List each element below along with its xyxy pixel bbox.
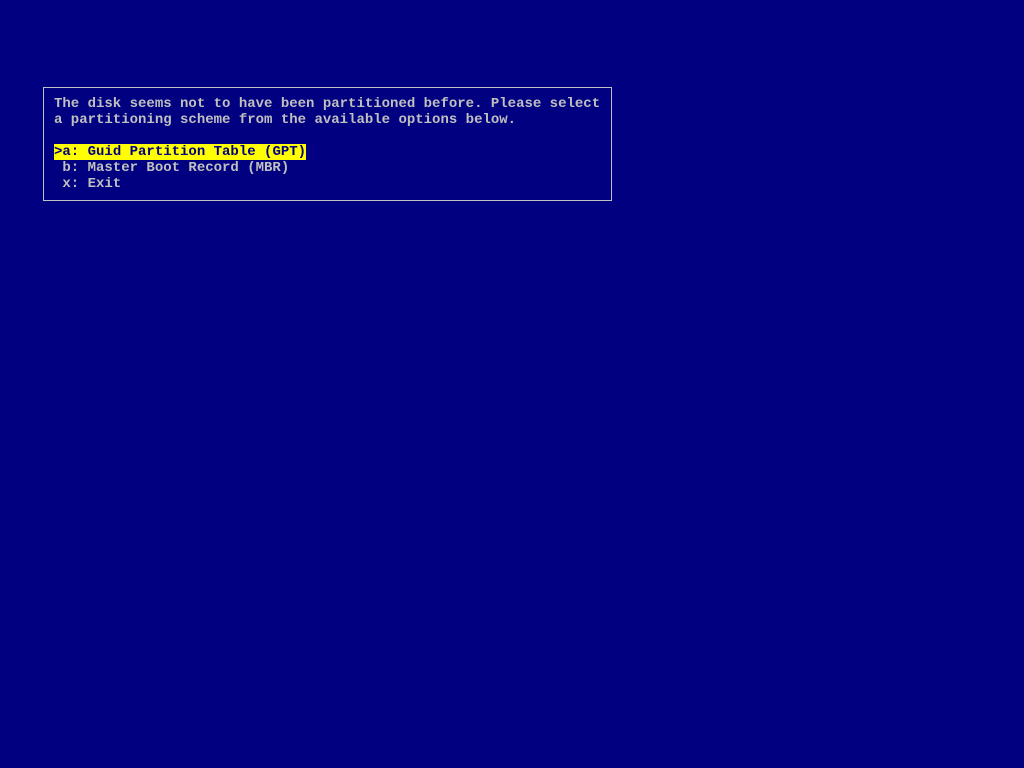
- prompt-line-1: The disk seems not to have been partitio…: [54, 96, 601, 112]
- menu-item-mbr[interactable]: b: Master Boot Record (MBR): [54, 160, 601, 176]
- partition-dialog: The disk seems not to have been partitio…: [43, 87, 612, 201]
- prompt-line-2: a partitioning scheme from the available…: [54, 112, 601, 128]
- menu-item-gpt[interactable]: >a: Guid Partition Table (GPT): [54, 144, 601, 160]
- menu-item-label: a: Guid Partition Table (GPT): [62, 144, 306, 160]
- partition-menu: >a: Guid Partition Table (GPT) b: Master…: [54, 144, 601, 192]
- menu-item-exit[interactable]: x: Exit: [54, 176, 601, 192]
